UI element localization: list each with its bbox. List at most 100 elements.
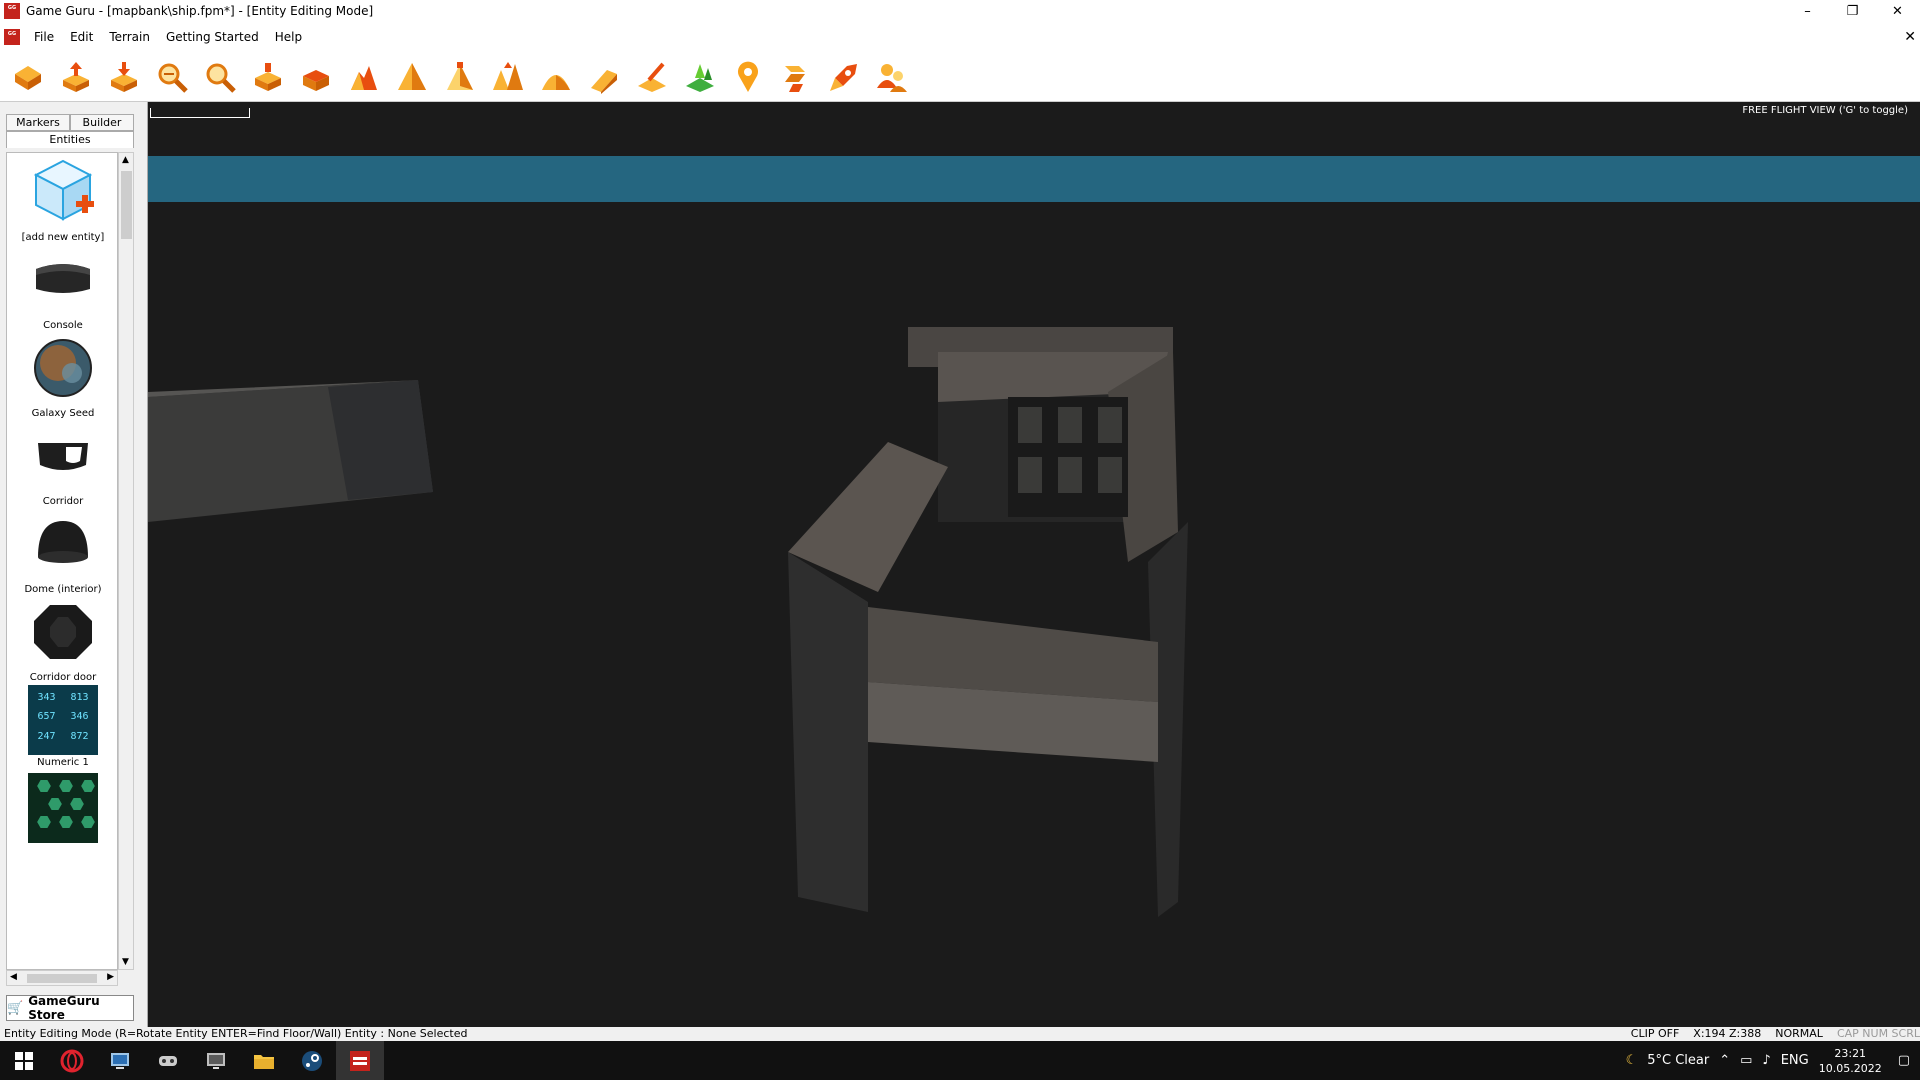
maximize-button[interactable]: ❐	[1830, 0, 1875, 22]
status-indicators: CLIP OFF X:194 Z:388 NORMAL CAP NUM SCRL	[1617, 1027, 1920, 1041]
dome-icon	[38, 521, 88, 563]
close-button[interactable]: ✕	[1875, 0, 1920, 22]
corridor-icon	[38, 443, 88, 470]
document-icon[interactable]: GG	[4, 29, 20, 45]
network-icon[interactable]: ▭	[1740, 1053, 1752, 1068]
vegetation-button[interactable]	[680, 57, 720, 97]
menu-edit[interactable]: Edit	[62, 30, 101, 44]
remote-desktop-icon	[111, 1052, 129, 1069]
terrain-blend-icon	[542, 74, 570, 90]
entity-galaxy-seed[interactable]: Galaxy Seed	[7, 333, 117, 419]
scroll-right-icon[interactable]: ▶	[107, 972, 114, 982]
start-button[interactable]	[0, 1041, 48, 1080]
clock[interactable]: 23:21 10.05.2022	[1819, 1046, 1882, 1076]
document-close-button[interactable]: ✕	[1904, 29, 1916, 45]
tray-expand-icon[interactable]: ⌃	[1719, 1053, 1730, 1068]
terrain-ramp-icon	[591, 69, 617, 94]
menu-help[interactable]: Help	[267, 30, 310, 44]
minimize-button[interactable]: –	[1785, 0, 1830, 22]
taskbar-opera[interactable]	[48, 1041, 96, 1080]
menu-terrain[interactable]: Terrain	[101, 30, 158, 44]
multiplayer-button[interactable]	[872, 57, 912, 97]
numeric-value: 346	[70, 711, 89, 723]
multiplayer-icon	[877, 63, 907, 92]
entity-list-scrollbar[interactable]: ▲ ▼	[118, 152, 134, 970]
terrain-shape-icon	[255, 62, 281, 91]
gameguru-store-button[interactable]: 🛒 GameGuru Store	[6, 994, 134, 1022]
view-mode-label: FREE FLIGHT VIEW ('G' to toggle)	[1742, 105, 1908, 116]
terrain-shape-button[interactable]	[248, 57, 288, 97]
scroll-down-icon[interactable]: ▼	[122, 957, 129, 967]
taskbar-remote-desktop[interactable]	[96, 1041, 144, 1080]
waypoint-marker-button[interactable]	[728, 57, 768, 97]
entity-corridor-door[interactable]: Corridor door	[7, 597, 117, 683]
entity-corridor[interactable]: Corridor	[7, 421, 117, 507]
scroll-up-icon[interactable]: ▲	[122, 155, 129, 165]
numeric-value: 872	[70, 730, 89, 742]
terrain-pyramid-button[interactable]	[440, 57, 480, 97]
taskbar-file-explorer[interactable]	[240, 1041, 288, 1080]
notifications-icon[interactable]: ▢	[1898, 1053, 1910, 1068]
entity-label: Console	[43, 320, 83, 331]
scroll-thumb[interactable]	[121, 171, 132, 239]
publish-rocket-icon	[830, 63, 857, 91]
volume-icon[interactable]: ♪	[1762, 1053, 1770, 1068]
hscroll-thumb[interactable]	[27, 974, 97, 983]
panel-tabs: Markers Builder Entities	[6, 112, 134, 150]
terrain-raise-button[interactable]	[344, 57, 384, 97]
save-level-button[interactable]	[104, 57, 144, 97]
taskbar-steam[interactable]	[288, 1041, 336, 1080]
cart-icon: 🛒	[7, 1000, 24, 1016]
key-locks: CAP NUM SCRL	[1836, 1027, 1920, 1040]
toolbar	[0, 52, 1920, 102]
game-guru-icon	[350, 1050, 370, 1071]
window-title: Game Guru - [mapbank\ship.fpm*] - [Entit…	[26, 4, 374, 18]
weather-text[interactable]: 5°C Clear	[1647, 1053, 1709, 1068]
paint-brush-button[interactable]	[632, 57, 672, 97]
tab-builder[interactable]: Builder	[70, 114, 134, 131]
opera-icon	[60, 1049, 84, 1072]
add-entity-icon	[33, 159, 94, 221]
scroll-left-icon[interactable]: ◀	[10, 972, 17, 982]
zoom-in-button[interactable]	[200, 57, 240, 97]
status-message: Entity Editing Mode (R=Rotate Entity ENT…	[4, 1027, 468, 1040]
menu-file[interactable]: File	[26, 30, 62, 44]
publish-button[interactable]	[824, 57, 864, 97]
terrain-mountain-button[interactable]	[392, 57, 432, 97]
open-level-button[interactable]	[56, 57, 96, 97]
terrain-peaks-button[interactable]	[488, 57, 528, 97]
ground-plane	[148, 202, 1920, 1027]
window-controls: – ❐ ✕	[1785, 0, 1920, 22]
test-level-icon	[785, 65, 805, 92]
taskbar-game-guru[interactable]	[336, 1041, 384, 1080]
gamepad-icon	[159, 1055, 177, 1066]
3d-viewport[interactable]: FREE FLIGHT VIEW ('G' to toggle)	[148, 102, 1920, 1027]
clock-time: 23:21	[1834, 1046, 1867, 1060]
sky-band	[148, 156, 1920, 208]
test-level-button[interactable]	[776, 57, 816, 97]
entity-list-hscrollbar[interactable]: ◀ ▶	[6, 970, 118, 986]
terrain-ramp-button[interactable]	[584, 57, 624, 97]
taskbar-monitor[interactable]	[192, 1041, 240, 1080]
terrain-level-icon	[303, 69, 329, 91]
language-indicator[interactable]: ENG	[1781, 1053, 1809, 1068]
terrain-level-button[interactable]	[296, 57, 336, 97]
terrain-raise-icon	[351, 65, 377, 90]
new-level-button[interactable]	[8, 57, 48, 97]
entity-add-new[interactable]: [add new entity]	[7, 157, 117, 243]
entity-console[interactable]: Console	[7, 245, 117, 331]
windows-start-icon	[15, 1051, 33, 1070]
file-explorer-icon	[254, 1054, 274, 1069]
zoom-out-button[interactable]	[152, 57, 192, 97]
entity-dome[interactable]: Dome (interior)	[7, 509, 117, 595]
weather-icon[interactable]: ☾	[1626, 1053, 1638, 1068]
menu-getting-started[interactable]: Getting Started	[158, 30, 267, 44]
tab-entities[interactable]: Entities	[6, 131, 134, 148]
entity-label: Corridor	[42, 496, 84, 507]
terrain-blend-button[interactable]	[536, 57, 576, 97]
taskbar-gamepad[interactable]	[144, 1041, 192, 1080]
steam-icon	[302, 1050, 322, 1071]
entity-numeric-1[interactable]: 343 813 657 346 247 872 Numeric 1	[7, 685, 117, 768]
tab-markers[interactable]: Markers	[6, 114, 70, 131]
entity-hex-panel[interactable]	[7, 773, 117, 846]
